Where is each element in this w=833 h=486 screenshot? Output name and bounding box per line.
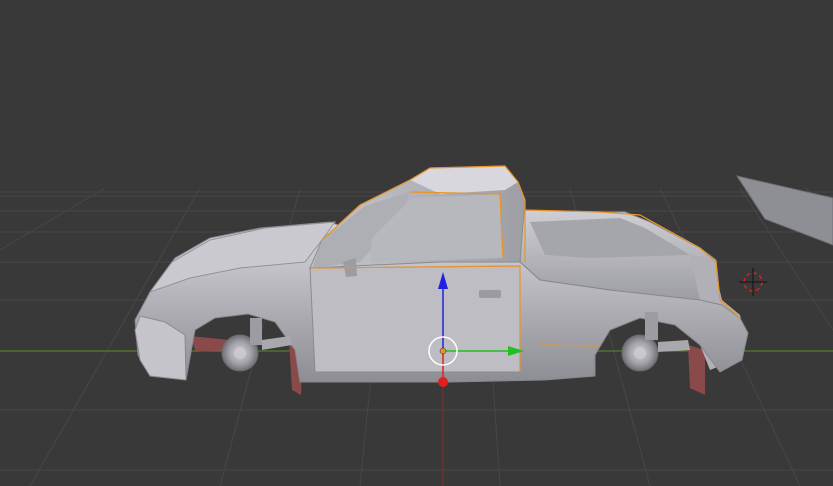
viewport-canvas[interactable] — [0, 0, 833, 486]
door-handle[interactable] — [479, 290, 501, 298]
rear-mudflap — [688, 345, 705, 395]
3d-viewport[interactable] — [0, 0, 833, 486]
x-axis-handle[interactable] — [438, 377, 448, 387]
object-origin — [439, 347, 447, 355]
door-panel[interactable] — [309, 265, 521, 373]
